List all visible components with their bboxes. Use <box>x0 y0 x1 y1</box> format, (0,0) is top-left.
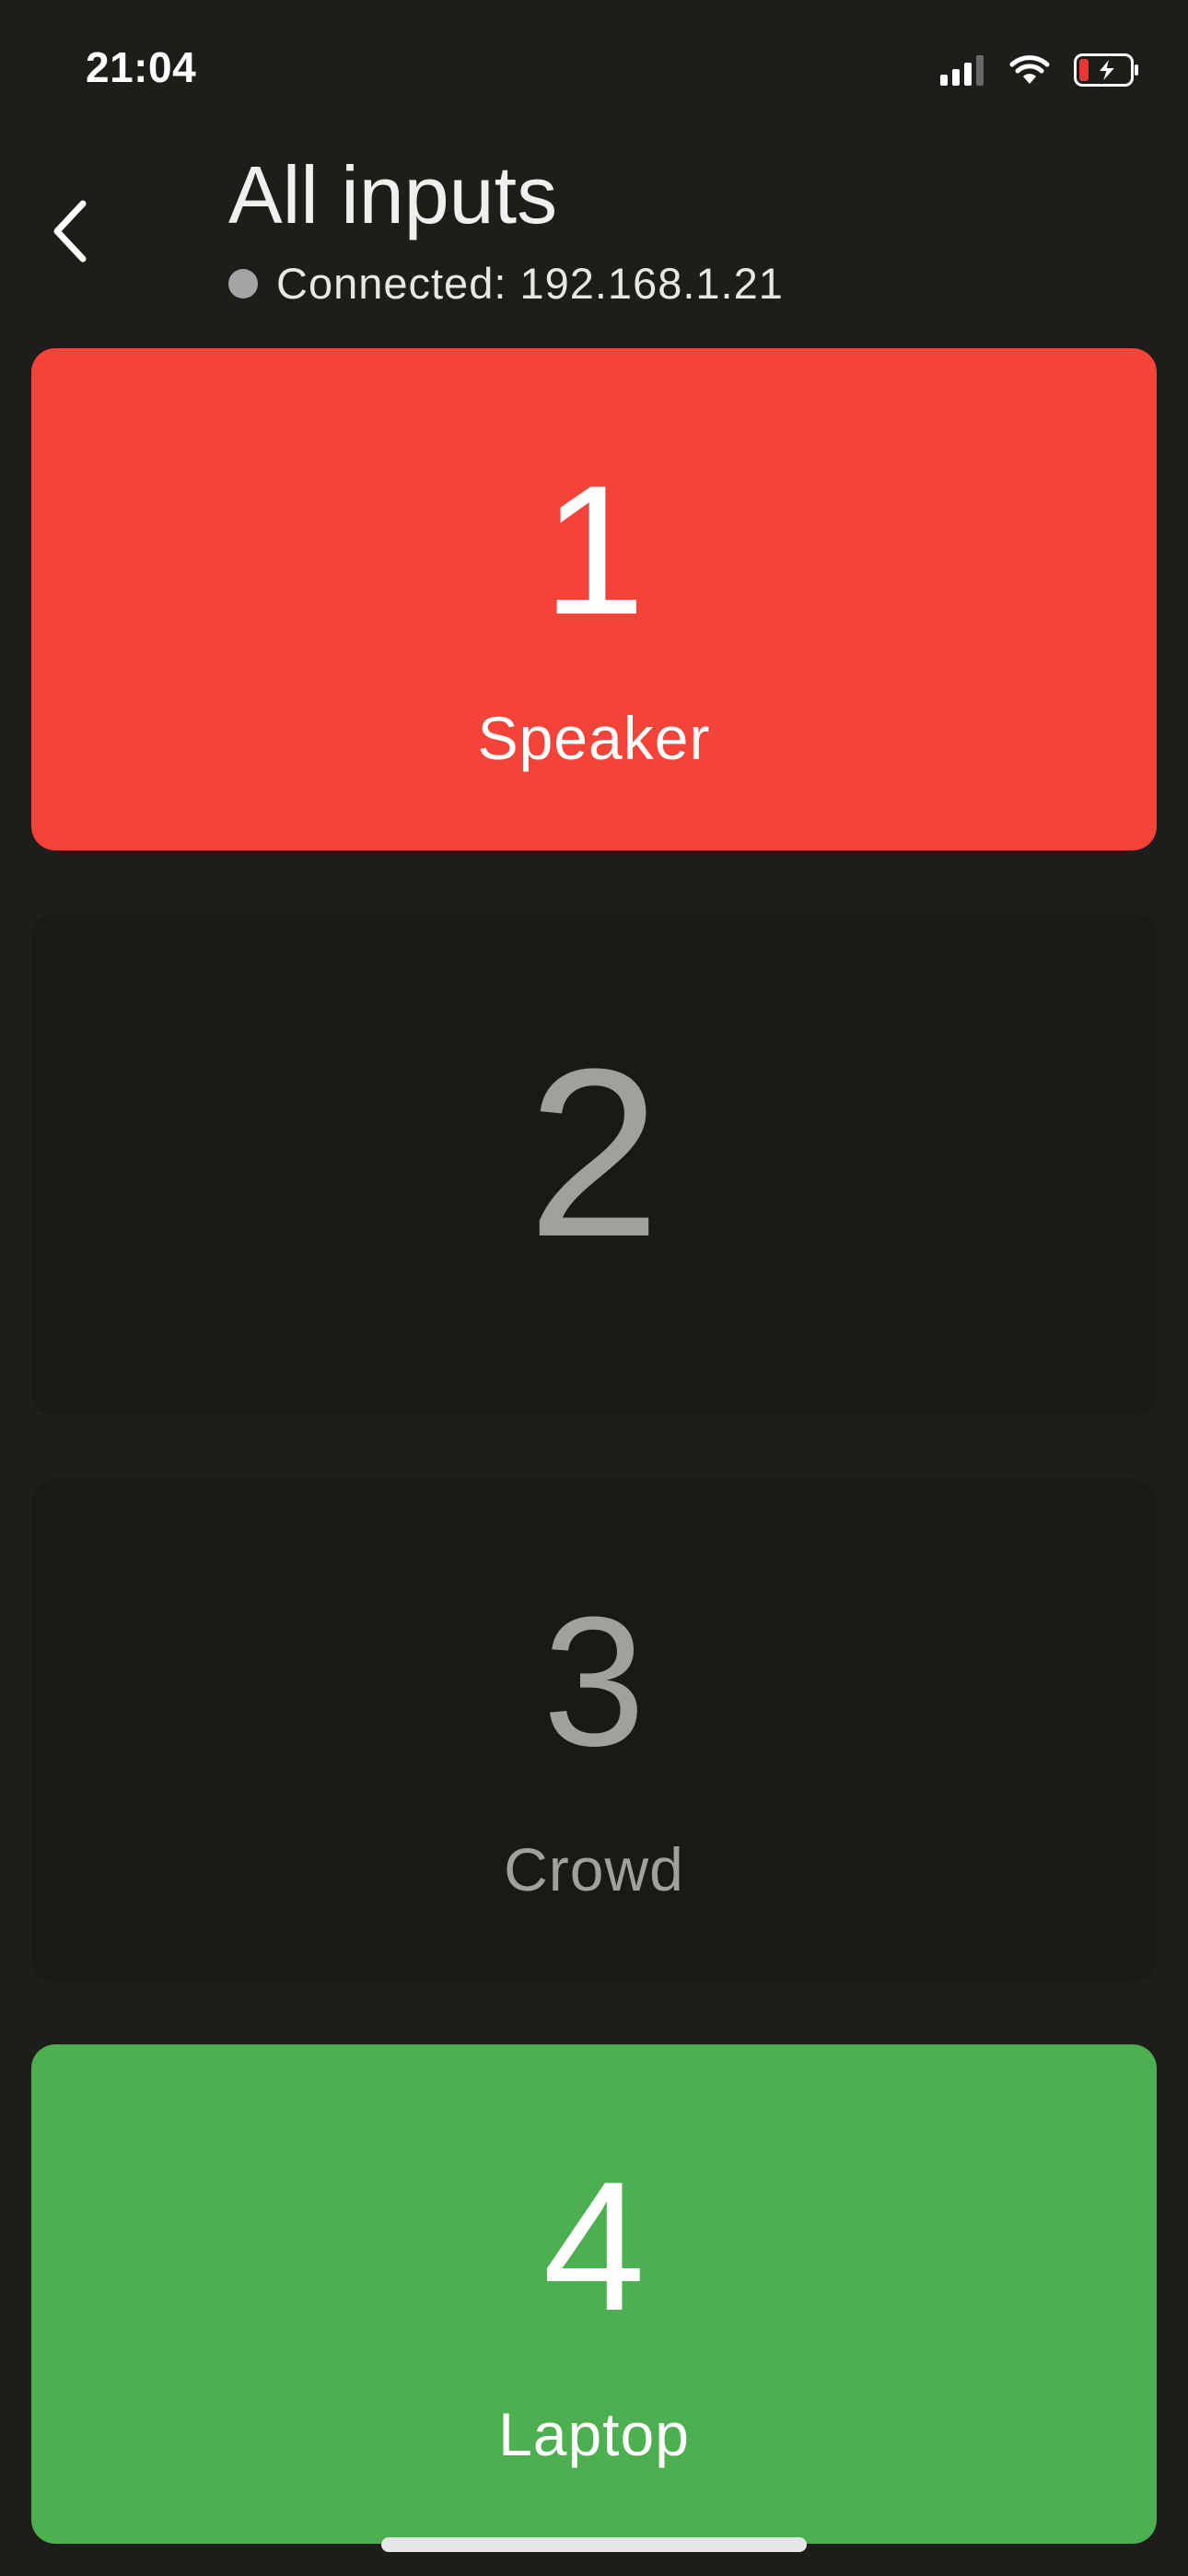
signal-icon <box>940 54 984 86</box>
input-number: 2 <box>527 1020 661 1287</box>
input-number: 1 <box>542 448 646 653</box>
connection-status-dot <box>228 268 258 299</box>
connection-status: Connected: 192.168.1.21 <box>228 258 784 309</box>
input-card-3[interactable]: 3 Crowd <box>31 1480 1157 1982</box>
input-label: Speaker <box>477 704 711 772</box>
status-icons <box>940 52 1140 88</box>
status-bar: 21:04 <box>0 0 1188 138</box>
page-title: All inputs <box>228 149 558 240</box>
home-indicator[interactable] <box>381 2537 807 2552</box>
wifi-icon <box>1009 55 1050 84</box>
status-time: 21:04 <box>86 43 197 91</box>
input-label: Crowd <box>504 1835 684 1903</box>
input-label: Laptop <box>498 2400 690 2468</box>
input-card-1[interactable]: 1 Speaker <box>31 348 1157 850</box>
connection-status-text: Connected: 192.168.1.21 <box>276 259 784 308</box>
battery-charging-icon <box>1074 53 1138 87</box>
input-card-2[interactable]: 2 <box>31 914 1157 1416</box>
back-button[interactable] <box>42 190 98 273</box>
chevron-left-icon <box>53 200 87 263</box>
header: All inputs Connected: 192.168.1.21 <box>0 138 1188 332</box>
input-card-4[interactable]: 4 Laptop <box>31 2044 1157 2544</box>
input-number: 3 <box>542 1579 646 1785</box>
input-number: 4 <box>542 2144 646 2349</box>
